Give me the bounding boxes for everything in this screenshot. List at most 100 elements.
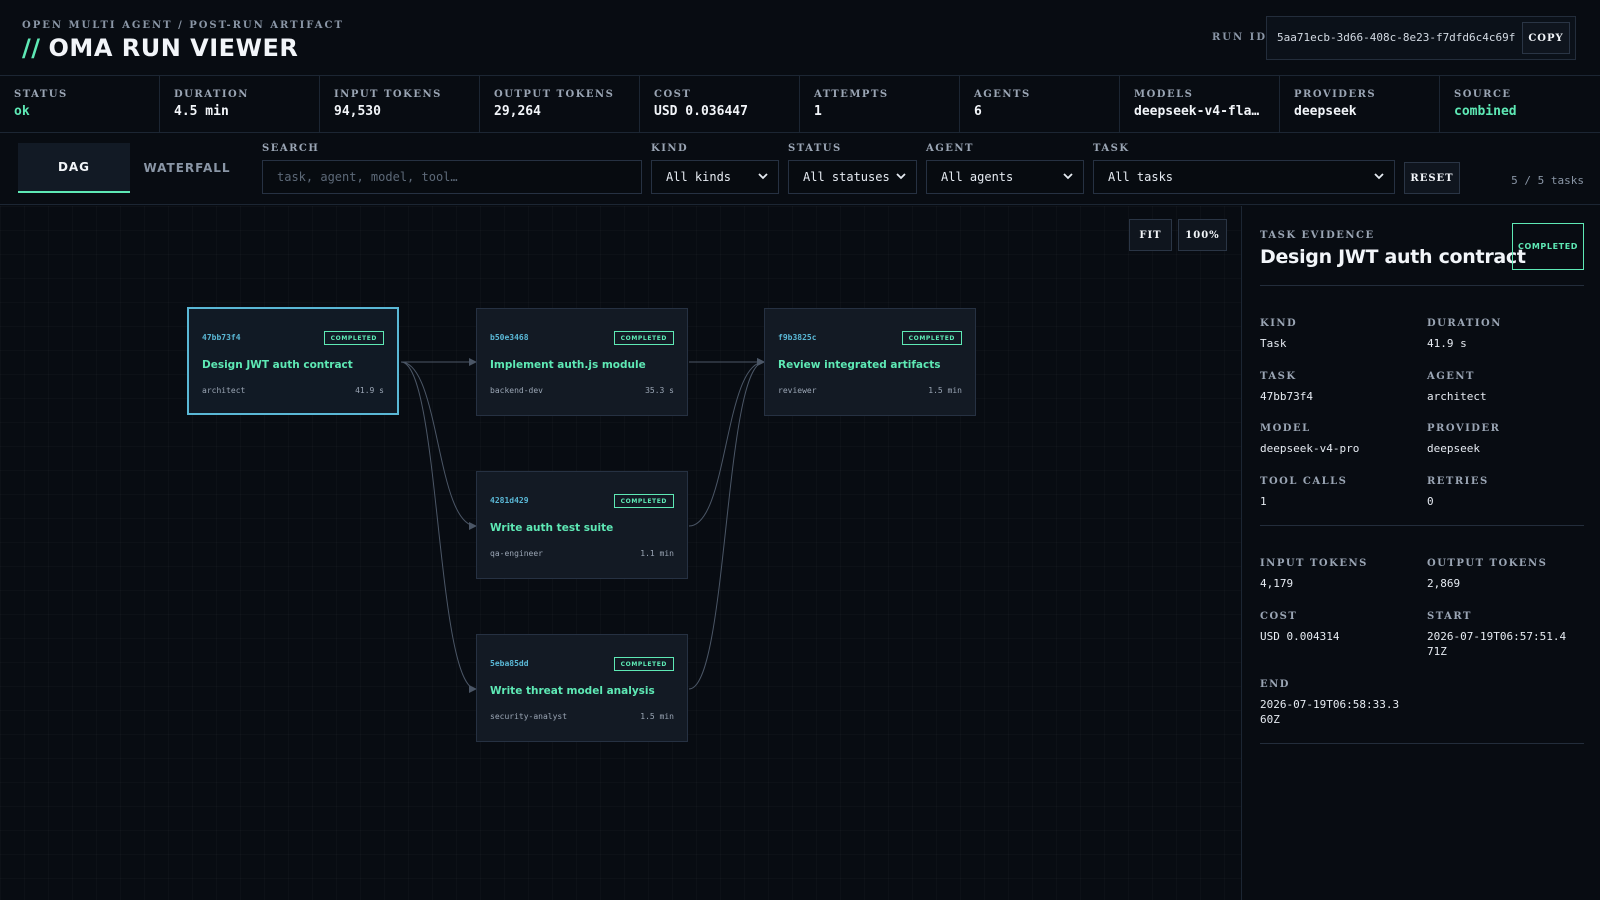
status-badge: COMPLETED bbox=[323, 331, 384, 345]
stat-input-tokens: INPUT TOKENS 94,530 bbox=[320, 76, 480, 133]
stat-value: combined bbox=[1454, 104, 1517, 119]
stat-value: USD 0.036447 bbox=[654, 104, 748, 119]
stat-source: SOURCE combined bbox=[1440, 76, 1600, 133]
chevron-down-icon bbox=[1063, 173, 1073, 180]
stat-value: 1 bbox=[814, 104, 822, 119]
zoom-button[interactable]: 100% bbox=[1178, 219, 1227, 251]
status-badge: COMPLETED bbox=[613, 657, 674, 671]
agent-label: AGENT bbox=[926, 143, 975, 154]
field-value: architect bbox=[1427, 390, 1487, 403]
divider bbox=[1260, 743, 1584, 744]
node-id: b50e3468 bbox=[490, 333, 529, 342]
dag-canvas[interactable]: FIT 100% 47bb73f4 COMPLETED Design JWT a… bbox=[0, 206, 1241, 900]
stat-output-tokens: OUTPUT TOKENS 29,264 bbox=[480, 76, 640, 133]
field-label: START bbox=[1427, 611, 1472, 622]
node-title: Write threat model analysis bbox=[490, 685, 655, 697]
field-value: 4,179 bbox=[1260, 577, 1294, 590]
stat-value: 4.5 min bbox=[174, 104, 229, 119]
task-evidence-panel: TASK EVIDENCE Design JWT auth contract C… bbox=[1241, 206, 1600, 900]
stat-value: 94,530 bbox=[334, 104, 381, 119]
stat-label: MODELS bbox=[1134, 89, 1194, 100]
stat-label: OUTPUT TOKENS bbox=[494, 89, 615, 100]
field-label: PROVIDER bbox=[1427, 423, 1501, 434]
search-input[interactable]: task, agent, model, tool… bbox=[262, 160, 642, 194]
stat-agents: AGENTS 6 bbox=[960, 76, 1120, 133]
task-label: TASK bbox=[1093, 143, 1130, 154]
tab-waterfall[interactable]: WATERFALL bbox=[131, 143, 243, 193]
node-duration: 35.3 s bbox=[645, 386, 674, 395]
title-slash: // bbox=[22, 34, 41, 62]
field-label: TASK bbox=[1260, 371, 1297, 382]
field-label: MODEL bbox=[1260, 423, 1311, 434]
edge bbox=[400, 361, 477, 530]
panel-title: Design JWT auth contract bbox=[1260, 246, 1526, 268]
task-select[interactable]: All tasks bbox=[1093, 160, 1395, 194]
node-id: 4281d429 bbox=[490, 496, 529, 505]
dag-node[interactable]: 47bb73f4 COMPLETED Design JWT auth contr… bbox=[187, 307, 399, 415]
task-select-value: All tasks bbox=[1108, 170, 1174, 184]
run-id-value: 5aa71ecb-3d66-408c-8e23-f7dfd6c4c69f bbox=[1277, 31, 1516, 44]
node-agent: security-analyst bbox=[490, 712, 568, 721]
field-label: INPUT TOKENS bbox=[1260, 558, 1368, 569]
stat-value: deepseek-v4-fla… bbox=[1134, 104, 1260, 119]
stat-duration: DURATION 4.5 min bbox=[160, 76, 320, 133]
stat-attempts: ATTEMPTS 1 bbox=[800, 76, 960, 133]
fit-button[interactable]: FIT bbox=[1129, 219, 1172, 251]
kind-select-value: All kinds bbox=[666, 170, 732, 184]
stat-cost: COST USD 0.036447 bbox=[640, 76, 800, 133]
copy-button[interactable]: COPY bbox=[1522, 22, 1570, 54]
edge bbox=[400, 361, 477, 693]
node-title: Review integrated artifacts bbox=[778, 359, 941, 371]
chevron-down-icon bbox=[896, 173, 906, 180]
field-value: 1 bbox=[1260, 495, 1267, 508]
divider bbox=[1260, 525, 1584, 526]
reset-button[interactable]: RESET bbox=[1404, 162, 1460, 194]
stat-status: STATUS ok bbox=[0, 76, 160, 133]
dag-node[interactable]: 5eba85dd COMPLETED Write threat model an… bbox=[476, 634, 688, 742]
status-select-value: All statuses bbox=[803, 170, 890, 184]
kind-select[interactable]: All kinds bbox=[651, 160, 779, 194]
dag-node[interactable]: b50e3468 COMPLETED Implement auth.js mod… bbox=[476, 308, 688, 416]
stat-value: 29,264 bbox=[494, 104, 541, 119]
node-id: 47bb73f4 bbox=[202, 333, 241, 342]
field-value: 41.9 s bbox=[1427, 337, 1467, 350]
app-header: OPEN MULTI AGENT / POST-RUN ARTIFACT //O… bbox=[0, 0, 1600, 76]
stat-value: deepseek bbox=[1294, 104, 1357, 119]
node-duration: 41.9 s bbox=[355, 386, 384, 395]
dag-node[interactable]: 4281d429 COMPLETED Write auth test suite… bbox=[476, 471, 688, 579]
field-label: OUTPUT TOKENS bbox=[1427, 558, 1548, 569]
field-label: END bbox=[1260, 679, 1290, 690]
stat-value: 6 bbox=[974, 104, 982, 119]
node-title: Design JWT auth contract bbox=[202, 359, 353, 371]
stat-label: PROVIDERS bbox=[1294, 89, 1377, 100]
stat-label: DURATION bbox=[174, 89, 249, 100]
node-duration: 1.1 min bbox=[640, 549, 674, 558]
stat-label: STATUS bbox=[14, 89, 68, 100]
node-duration: 1.5 min bbox=[640, 712, 674, 721]
tab-dag[interactable]: DAG bbox=[18, 143, 130, 193]
field-label: COST bbox=[1260, 611, 1298, 622]
dag-node[interactable]: f9b3825c COMPLETED Review integrated art… bbox=[764, 308, 976, 416]
field-value: 2,869 bbox=[1427, 577, 1461, 590]
field-label: KIND bbox=[1260, 318, 1298, 329]
field-value: 2026-07-19T06:57:51.471Z bbox=[1427, 630, 1567, 658]
field-value: 2026-07-19T06:58:33.360Z bbox=[1260, 698, 1400, 726]
stats-bar: STATUS ok DURATION 4.5 min INPUT TOKENS … bbox=[0, 76, 1600, 133]
field-value: USD 0.004314 bbox=[1260, 630, 1340, 643]
field-value: Task bbox=[1260, 337, 1287, 350]
field-value: deepseek bbox=[1427, 442, 1480, 455]
status-badge: COMPLETED bbox=[901, 331, 962, 345]
status-select[interactable]: All statuses bbox=[788, 160, 917, 194]
field-label: AGENT bbox=[1427, 371, 1476, 382]
search-label: SEARCH bbox=[262, 143, 320, 154]
node-duration: 1.5 min bbox=[928, 386, 962, 395]
field-value: 0 bbox=[1427, 495, 1434, 508]
panel-eyebrow: TASK EVIDENCE bbox=[1260, 230, 1375, 241]
node-agent: architect bbox=[202, 386, 246, 395]
agent-select[interactable]: All agents bbox=[926, 160, 1084, 194]
stat-label: COST bbox=[654, 89, 692, 100]
app-title: //OMA RUN VIEWER bbox=[22, 34, 298, 62]
stat-label: AGENTS bbox=[974, 89, 1031, 100]
status-label: STATUS bbox=[788, 143, 842, 154]
chevron-down-icon bbox=[758, 173, 768, 180]
